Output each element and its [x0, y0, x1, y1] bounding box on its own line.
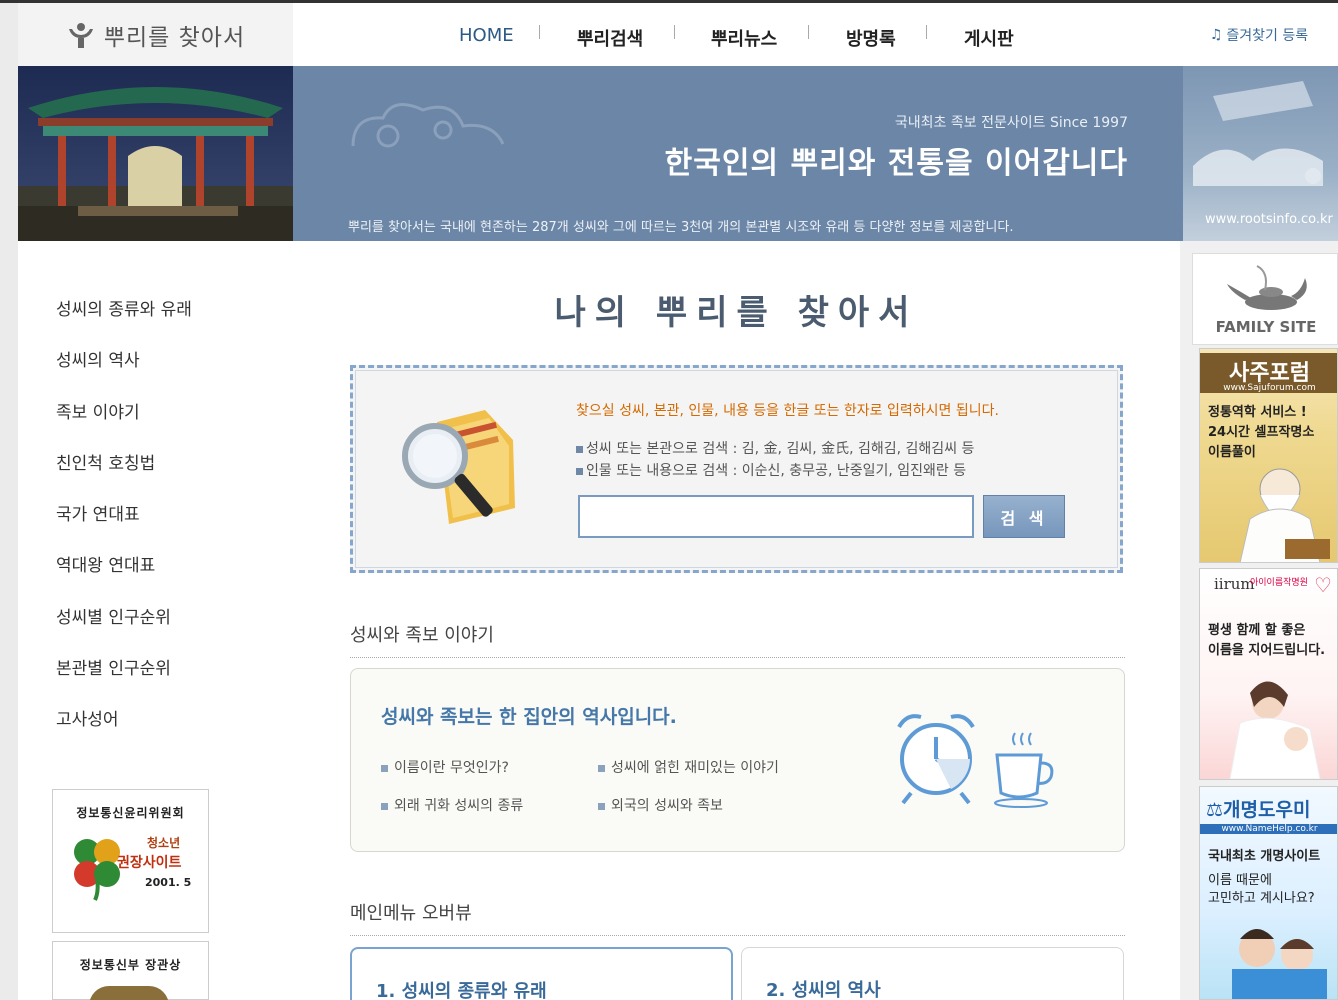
ad-iirum[interactable]: iirum 아이이름작명원 ♡ 평생 함께 할 좋은 이름을 지어드립니다.: [1199, 568, 1338, 780]
story-panel: 성씨와 족보는 한 집안의 역사입니다. 이름이란 무엇인가? 성씨에 얽힌 재…: [350, 668, 1125, 852]
nav-root-search[interactable]: 뿌리검색: [577, 25, 643, 51]
card-title: 1. 성씨의 종류와 유래: [376, 981, 547, 1000]
nav-divider: [808, 25, 809, 39]
cert-badge-ministry[interactable]: 정보통신부 장관상: [52, 941, 209, 1000]
ad-url: www.NameHelp.co.kr: [1200, 824, 1337, 834]
story-headline: 성씨와 족보는 한 집안의 역사입니다.: [381, 706, 677, 728]
ad-title: ⚖개명도우미: [1206, 799, 1311, 821]
coffee-cup-icon: [994, 732, 1054, 808]
story-link-what-is-name[interactable]: 이름이란 무엇인가?: [381, 757, 509, 777]
sidebar-item-national-chronology[interactable]: 국가 연대표: [56, 500, 140, 525]
sidebar-item-surname-history[interactable]: 성씨의 역사: [56, 346, 140, 371]
bullet-icon: [598, 802, 605, 810]
cert-line1: 청소년: [147, 836, 181, 850]
family-site[interactable]: FAMILY SITE: [1192, 253, 1338, 345]
search-hint-surname: 성씨 또는 본관으로 검색 : 김, 金, 김씨, 金氏, 김해김, 김해김씨 …: [576, 438, 974, 458]
global-nav: HOME 뿌리검색 뿌리뉴스 방명록 게시판: [293, 3, 1180, 66]
section-title-story: 성씨와 족보 이야기: [350, 621, 1125, 658]
logo-icon: [68, 22, 93, 48]
ad-line: 국내최초 개명사이트: [1208, 849, 1321, 864]
pavilion-photo: [18, 66, 293, 241]
story-link-naturalized-surnames[interactable]: 외래 귀화 성씨의 종류: [381, 795, 523, 815]
section-title-overview: 메인메뉴 오버뷰: [350, 899, 1125, 936]
ad-sajuforum[interactable]: 사주포럼 www.Sajuforum.com 정통역학 서비스 ! 24시간 셀…: [1199, 348, 1338, 563]
nav-board[interactable]: 게시판: [964, 25, 1014, 51]
cert-line2: 권장사이트: [117, 855, 182, 871]
logo-text: 뿌리를 찾아서: [103, 24, 246, 51]
left-gutter: [0, 3, 18, 1000]
bullet-icon: [576, 467, 583, 475]
sidebar-item-kinship-terms[interactable]: 친인척 호칭법: [56, 449, 155, 474]
ad-line: 정통역학 서비스 !: [1208, 405, 1307, 420]
medal-icon: [89, 986, 169, 1000]
story-link-foreign-surnames[interactable]: 외국의 성씨와 족보: [598, 795, 723, 815]
bullet-icon: [381, 764, 388, 772]
nav-divider: [539, 25, 540, 39]
banner-title: 한국인의 뿌리와 전통을 이어갑니다: [664, 146, 1128, 181]
main-content: 나의 뿌리를 찾아서 찾으실 성씨, 본관, 인물, 내용 등을 한글 또는 한…: [293, 241, 1180, 1000]
nav-home[interactable]: HOME: [459, 25, 514, 46]
ad-line: 24시간 셀프작명소: [1208, 425, 1315, 440]
sidebar-item-bongwan-ranking[interactable]: 본관별 인구순위: [56, 654, 171, 679]
story-link-fun-stories[interactable]: 성씨에 얽힌 재미있는 이야기: [598, 757, 779, 777]
sidebar-item-idioms[interactable]: 고사성어: [56, 705, 119, 730]
overview-card-surname-history[interactable]: 2. 성씨의 역사: [741, 947, 1124, 1000]
sidebar-item-kings-chronology[interactable]: 역대왕 연대표: [56, 551, 155, 576]
couple-illustration: [1232, 929, 1327, 999]
search-input[interactable]: [578, 495, 974, 538]
cert-badge-ethics[interactable]: 정보통신윤리위원회 청소년 권장사이트 2001. 5: [52, 789, 209, 933]
cert-title: 정보통신부 장관상: [79, 958, 182, 972]
nav-divider: [926, 25, 927, 39]
cloud-pattern: [351, 103, 505, 148]
banner-description: 뿌리를 찾아서는 국내에 현존하는 287개 성씨와 그에 따르는 3천여 개의…: [348, 220, 1014, 235]
search-panel: 찾으실 성씨, 본관, 인물, 내용 등을 한글 또는 한자로 입력하시면 됩니…: [350, 365, 1123, 573]
cert-date: 2001. 5: [145, 876, 192, 889]
music-note-icon: ♫: [1209, 26, 1223, 43]
magic-lamp-icon: [1227, 265, 1307, 310]
card-title: 2. 성씨의 역사: [766, 980, 881, 1000]
sidebar: 성씨의 종류와 유래 성씨의 역사 족보 이야기 친인척 호칭법 국가 연대표 …: [18, 241, 293, 1000]
bullet-icon: [598, 764, 605, 772]
folder-search-icon: [402, 410, 515, 524]
ad-line: 이름풀이: [1208, 445, 1256, 460]
cert-title: 정보통신윤리위원회: [76, 806, 185, 820]
alarm-clock-icon: [897, 714, 975, 805]
heart-icon: ♡: [1314, 573, 1332, 597]
nav-divider: [674, 25, 675, 39]
banner-subtitle: 국내최초 족보 전문사이트 Since 1997: [894, 115, 1128, 131]
page-title: 나의 뿌리를 찾아서: [554, 293, 919, 333]
ad-line: 고민하고 계시나요?: [1208, 891, 1315, 906]
sidebar-item-surname-origin[interactable]: 성씨의 종류와 유래: [56, 295, 192, 320]
bullet-icon: [381, 802, 388, 810]
sidebar-item-surname-ranking[interactable]: 성씨별 인구순위: [56, 603, 171, 628]
nav-root-news[interactable]: 뿌리뉴스: [711, 25, 777, 51]
overview-card-surname-origin[interactable]: 1. 성씨의 종류와 유래: [350, 947, 733, 1000]
search-instruction: 찾으실 성씨, 본관, 인물, 내용 등을 한글 또는 한자로 입력하시면 됩니…: [576, 403, 999, 419]
sage-illustration: [1239, 468, 1330, 562]
gavel-icon: ⚖: [1206, 799, 1224, 821]
mother-baby-illustration: [1229, 681, 1321, 779]
search-button[interactable]: 검 색: [983, 495, 1065, 538]
family-site-label: FAMILY SITE: [1215, 318, 1317, 336]
hero-banner: 국내최초 족보 전문사이트 Since 1997 한국인의 뿌리와 전통을 이어…: [18, 66, 1338, 241]
ad-brand: iirum: [1214, 575, 1255, 593]
ad-namehelp[interactable]: ⚖개명도우미 www.NameHelp.co.kr 국내최초 개명사이트 이름 …: [1199, 786, 1338, 1000]
banner-url: www.rootsinfo.co.kr: [1205, 212, 1333, 227]
favorite-label: 즐겨찾기 등록: [1226, 27, 1309, 44]
favorite-button[interactable]: ♫ 즐겨찾기 등록: [1180, 3, 1338, 66]
ad-url: www.Sajuforum.com: [1200, 383, 1337, 393]
ad-subtitle: 아이이름작명원: [1250, 578, 1308, 588]
search-hint-person: 인물 또는 내용으로 검색 : 이순신, 충무공, 난중일기, 임진왜란 등: [576, 460, 966, 480]
ad-line: 이름 때문에: [1208, 873, 1272, 888]
nav-guestbook[interactable]: 방명록: [846, 25, 896, 51]
ad-line: 이름을 지어드립니다.: [1208, 643, 1326, 658]
ad-line: 평생 함께 할 좋은: [1208, 623, 1306, 638]
sidebar-item-genealogy-story[interactable]: 족보 이야기: [56, 398, 140, 423]
bullet-icon: [576, 445, 583, 453]
site-logo[interactable]: 뿌리를 찾아서: [18, 3, 293, 66]
